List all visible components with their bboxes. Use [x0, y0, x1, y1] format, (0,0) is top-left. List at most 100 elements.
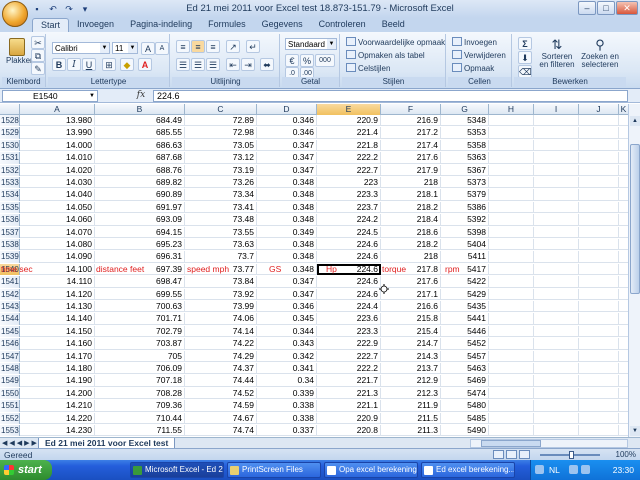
fill-color-icon[interactable]: ◆ [120, 58, 134, 71]
empty-cell[interactable] [489, 115, 534, 127]
cell-d[interactable]: 0.348 [257, 239, 317, 251]
cell-d[interactable]: 0.348 [257, 177, 317, 189]
row-header[interactable]: 1528 [0, 115, 20, 127]
empty-cell[interactable] [489, 177, 534, 189]
cell-e[interactable]: 223.3 [317, 325, 381, 338]
cell-d[interactable]: 0.349 [257, 226, 317, 238]
cell-c[interactable]: 73.26 [185, 177, 257, 189]
cell-b[interactable]: 702.79 [95, 325, 185, 338]
page-break-view-icon[interactable] [519, 450, 530, 459]
empty-cell[interactable] [534, 387, 579, 400]
autosum-button[interactable]: Σ [518, 37, 532, 50]
empty-cell[interactable] [579, 350, 619, 362]
row-header[interactable]: 1543 [0, 301, 20, 313]
cell-d[interactable]: 0.345 [257, 313, 317, 325]
empty-cell[interactable] [534, 115, 579, 127]
empty-cell[interactable] [489, 301, 534, 313]
vertical-scrollbar[interactable]: ▲ ▼ [628, 104, 640, 437]
volume-icon[interactable] [581, 465, 590, 474]
cell-b[interactable]: 685.55 [95, 127, 185, 139]
cell-f[interactable]: 217.6 [381, 276, 441, 288]
tray-icon[interactable] [535, 465, 544, 474]
cell-c[interactable]: 73.48 [185, 214, 257, 226]
empty-cell[interactable] [489, 412, 534, 424]
column-header-f[interactable]: F [381, 104, 441, 115]
wrap-text-icon[interactable]: ↵ [246, 40, 260, 53]
row-header[interactable]: 1532 [0, 164, 20, 176]
empty-cell[interactable] [489, 325, 534, 338]
empty-cell[interactable] [579, 127, 619, 139]
cell-a[interactable]: 14.150 [20, 325, 95, 338]
cell-c[interactable]: 74.06 [185, 313, 257, 325]
cell-d[interactable]: 0.346 [257, 115, 317, 127]
fill-icon[interactable]: ⬇ [518, 51, 532, 64]
cell-d[interactable]: 0.347 [257, 288, 317, 300]
cell-a[interactable]: 14.030 [20, 177, 95, 189]
empty-cell[interactable] [579, 375, 619, 387]
borders-icon[interactable]: ⊞ [102, 58, 116, 71]
cell-f[interactable]: 218 [381, 251, 441, 263]
cell-b[interactable]: 693.09 [95, 214, 185, 226]
cell-f[interactable]: 216.9 [381, 115, 441, 127]
empty-cell[interactable] [489, 387, 534, 400]
format-painter-icon[interactable]: ✎ [31, 62, 45, 75]
empty-cell[interactable] [489, 164, 534, 176]
column-header-j[interactable]: J [579, 104, 619, 115]
cell-d[interactable]: 0.348 [257, 263, 317, 276]
column-header-e[interactable]: E [317, 104, 381, 115]
cell-b[interactable]: 710.44 [95, 412, 185, 424]
empty-cell[interactable] [579, 115, 619, 127]
empty-cell[interactable] [579, 152, 619, 164]
cell-b[interactable]: 686.63 [95, 139, 185, 152]
row-header[interactable]: 1552 [0, 412, 20, 424]
cell-e[interactable]: 220.8 [317, 425, 381, 437]
empty-cell[interactable] [489, 139, 534, 152]
empty-cell[interactable] [534, 325, 579, 338]
row-header[interactable]: 1541 [0, 276, 20, 288]
cell-d[interactable]: 0.344 [257, 325, 317, 338]
cell-a[interactable]: 14.210 [20, 400, 95, 412]
thousands-button[interactable]: 000 [315, 54, 335, 67]
empty-cell[interactable] [489, 226, 534, 238]
empty-cell[interactable] [619, 264, 628, 275]
cell-b[interactable]: 706.09 [95, 363, 185, 375]
cell-a[interactable]: 14.040 [20, 189, 95, 201]
row-header[interactable]: 1530 [0, 139, 20, 152]
close-button[interactable]: ✕ [616, 1, 638, 15]
empty-cell[interactable] [619, 425, 628, 436]
cell-f[interactable]: 215.8 [381, 313, 441, 325]
cell-b[interactable]: 708.28 [95, 387, 185, 400]
cell-c[interactable]: 73.34 [185, 189, 257, 201]
empty-cell[interactable] [534, 276, 579, 288]
cell-b[interactable]: 709.36 [95, 400, 185, 412]
cell-b[interactable]: 700.63 [95, 301, 185, 313]
row-header[interactable]: 1531 [0, 152, 20, 164]
cell-d[interactable]: 0.346 [257, 301, 317, 313]
conditional-formatting-button[interactable]: Voorwaardelijke opmaak [346, 37, 445, 49]
cell-d[interactable]: 0.338 [257, 400, 317, 412]
font-name-combo[interactable]: Calibri ▼ [52, 42, 110, 54]
cell-b[interactable]: 705 [95, 350, 185, 362]
cell-a[interactable]: 13.990 [20, 127, 95, 139]
empty-cell[interactable] [619, 276, 628, 287]
empty-cell[interactable] [579, 313, 619, 325]
cell-g[interactable]: 5348 [441, 115, 489, 127]
cell-f[interactable]: 217.1 [381, 288, 441, 300]
cell-e[interactable]: 224.6 [317, 288, 381, 300]
cell-a[interactable]: 14.070 [20, 226, 95, 238]
empty-cell[interactable] [534, 226, 579, 238]
empty-cell[interactable] [534, 201, 579, 214]
grow-font-icon[interactable]: A [141, 42, 155, 55]
cell-g[interactable]: 5353 [441, 127, 489, 139]
empty-cell[interactable] [619, 351, 628, 362]
cell-b[interactable]: 695.23 [95, 239, 185, 251]
horizontal-scrollbar[interactable] [470, 439, 628, 448]
cell-b[interactable]: 687.68 [95, 152, 185, 164]
sort-filter-button[interactable]: ⇅ Sorteren en filteren [536, 36, 578, 74]
row-header[interactable]: 1546 [0, 338, 20, 350]
cell-g[interactable]: 5367 [441, 164, 489, 176]
maximize-button[interactable]: □ [597, 1, 615, 15]
orientation-icon[interactable]: ↗ [226, 40, 240, 53]
name-box[interactable]: E1540 ▼ [2, 90, 98, 102]
cell-e[interactable]: 221.1 [317, 400, 381, 412]
